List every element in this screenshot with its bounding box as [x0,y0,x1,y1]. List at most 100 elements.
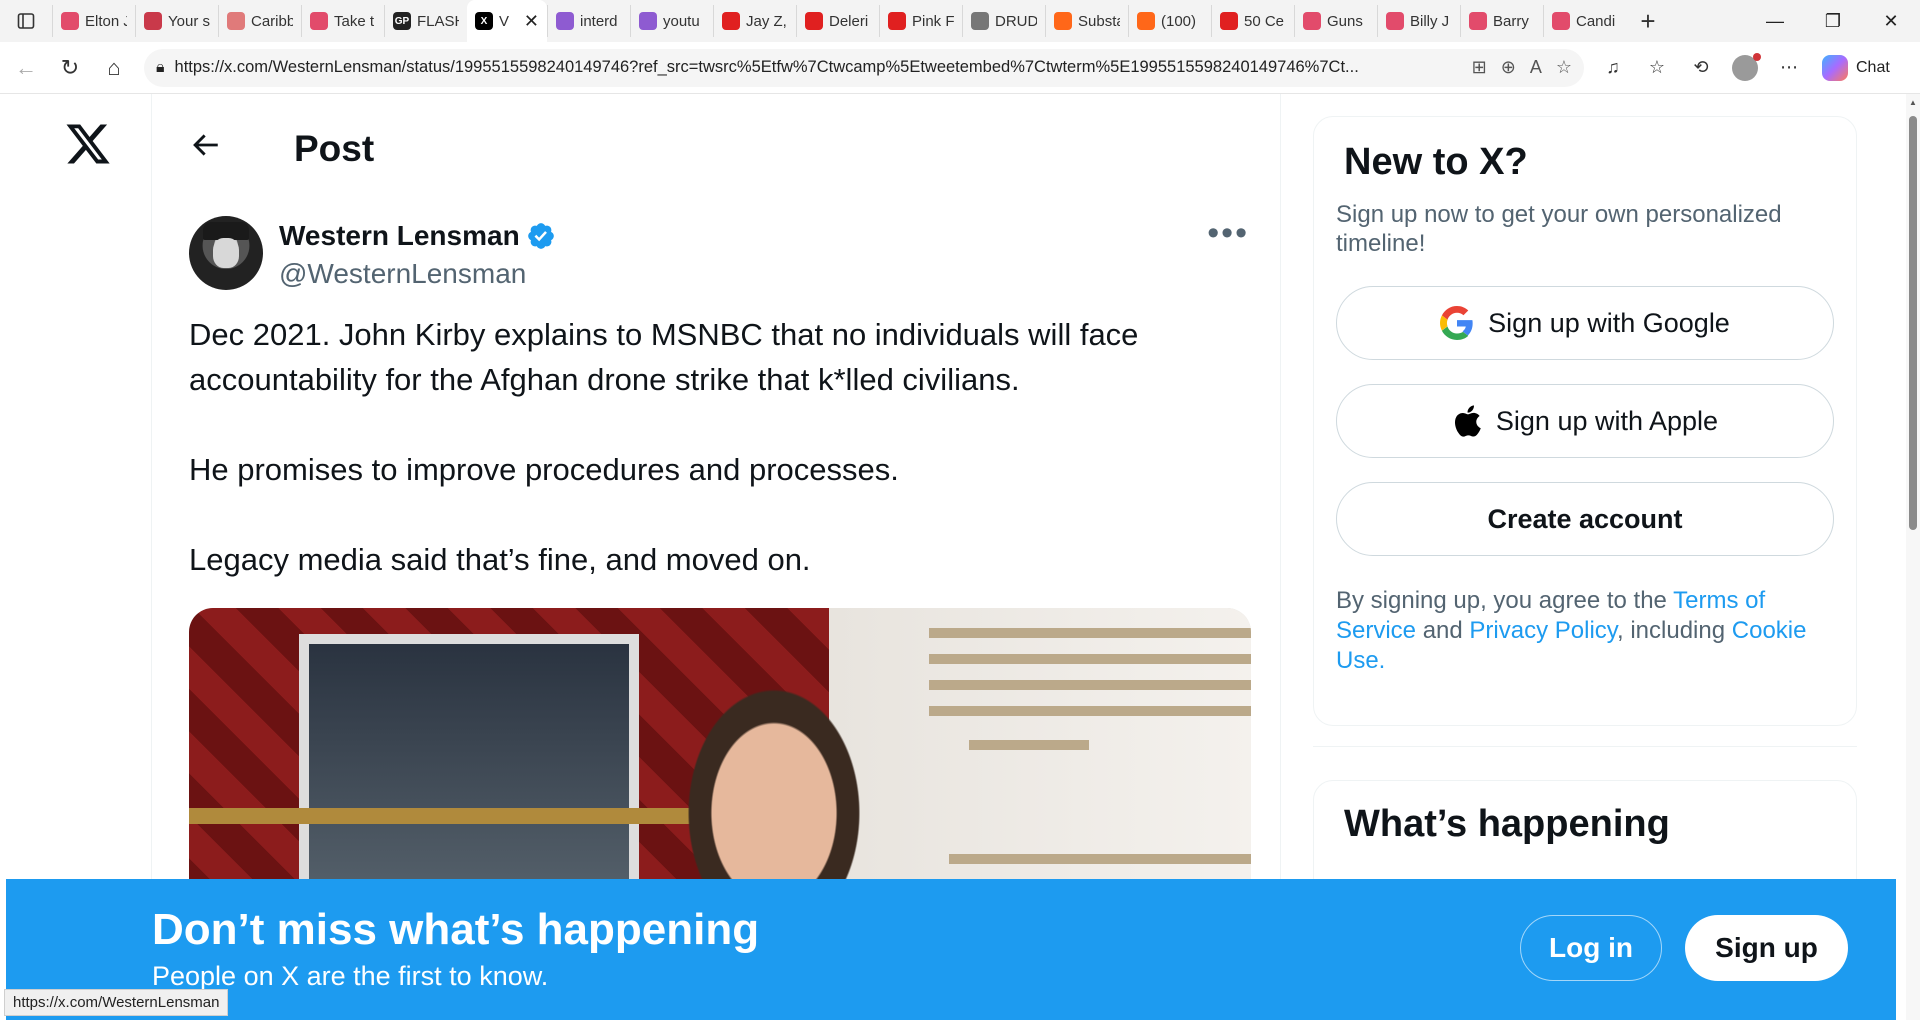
browser-tab[interactable]: DRUD [962,5,1045,37]
zoom-icon[interactable]: ⊕ [1501,57,1516,78]
tab-favicon-icon [1469,12,1487,30]
tab-title: 50 Ce [1244,12,1285,30]
tab-actions-icon[interactable] [0,0,52,42]
tab-favicon-icon [1220,12,1238,30]
tab-favicon-icon [1137,12,1155,30]
back-arrow-icon[interactable] [188,128,232,171]
tab-favicon-icon [722,12,740,30]
tab-favicon-icon [556,12,574,30]
login-button[interactable]: Log in [1520,915,1662,981]
tab-title: V [499,12,510,30]
browser-tab[interactable]: Caribb [218,5,301,37]
tab-title: DRUD [995,12,1037,30]
browser-tab[interactable]: Your s [135,5,218,37]
apple-icon [1454,405,1481,437]
tab-title: Take t [334,12,375,30]
browser-tab[interactable]: Substa [1045,5,1128,37]
tweet-paragraph: Legacy media said that’s fine, and moved… [189,542,811,577]
signup-google-button[interactable]: Sign up with Google [1336,286,1834,360]
author-handle[interactable]: @WesternLensman [279,258,556,290]
history-icon[interactable]: ⟲ [1684,51,1718,85]
tab-favicon-icon [805,12,823,30]
minimize-icon[interactable]: — [1746,0,1804,42]
url-text[interactable]: https://x.com/WesternLensman/status/1995… [175,58,1460,77]
back-icon[interactable]: ← [4,48,48,88]
privacy-link[interactable]: Privacy Policy [1469,617,1617,644]
divider [1313,746,1857,747]
signup-button[interactable]: Sign up [1685,915,1848,981]
tab-active-x[interactable]: X V ✕ [467,0,547,42]
apps-icon[interactable]: ⊞ [1472,57,1487,78]
browser-tab[interactable]: Deleri [796,5,879,37]
signup-apple-button[interactable]: Sign up with Apple [1336,384,1834,458]
browser-tab[interactable]: Jay Z, [713,5,796,37]
close-tab-icon[interactable]: ✕ [524,11,539,32]
browser-tab-bar: Elton J Your s Caribb Take t GP FLASH X V ✕ i… [0,0,1920,42]
media-icon[interactable]: ♫ [1596,51,1630,85]
browser-tab[interactable]: Barry [1460,5,1543,37]
tab-title: Deleri [829,12,869,30]
read-aloud-icon[interactable]: A [1530,57,1542,78]
login-prompt-banner: Don’t miss what’s happening People on X … [6,879,1896,1020]
create-account-button[interactable]: Create account [1336,482,1834,556]
browser-tab[interactable]: Take t [301,5,384,37]
signup-google-label: Sign up with Google [1488,307,1730,338]
tab-favicon-icon [61,12,79,30]
verified-badge-icon[interactable] [526,221,556,251]
tweet-paragraph: He promises to improve procedures and pr… [189,452,899,487]
author-name[interactable]: Western Lensman [279,220,520,252]
google-icon [1440,306,1473,340]
copilot-chat-button[interactable]: Chat [1822,54,1890,81]
tab-favicon-icon [1386,12,1404,30]
browser-tab[interactable]: Guns [1294,5,1377,37]
tab-favicon-icon [144,12,162,30]
tab-favicon-icon [1303,12,1321,30]
scrollbar-thumb[interactable] [1909,116,1917,530]
x-logo-icon[interactable] [64,120,112,168]
post-header: Post [153,94,1280,204]
tab-favicon-icon [971,12,989,30]
author-avatar[interactable] [189,216,263,290]
scroll-up-icon[interactable]: ▲ [1909,98,1917,107]
restore-icon[interactable]: ❐ [1804,0,1862,42]
tab-title: Billy J [1410,12,1450,30]
legal-text: By signing up, you agree to the Terms of… [1336,586,1834,676]
address-bar[interactable]: 🔒︎ https://x.com/WesternLensman/status/1… [144,48,1584,87]
tab-favicon-icon [310,12,328,30]
favorite-star-icon[interactable]: ☆ [1556,57,1572,78]
more-options-icon[interactable]: ••• [1207,214,1249,253]
tab-favicon-icon [1552,12,1570,30]
browser-tab[interactable]: (100) [1128,5,1211,37]
browser-tab[interactable]: Elton J [52,5,135,37]
whats-happening-title: What’s happening [1344,803,1670,845]
home-icon[interactable]: ⌂ [92,48,136,88]
tab-favicon-icon: GP [393,12,411,30]
status-bar-url: https://x.com/WesternLensman [4,989,229,1016]
refresh-icon[interactable]: ↻ [48,48,92,88]
browser-tab[interactable]: GP FLASH [384,5,467,37]
tab-title: FLASH [417,12,459,30]
profile-avatar[interactable] [1728,51,1762,85]
favorites-icon[interactable]: ☆ [1640,51,1674,85]
site-info-icon[interactable]: 🔒︎ [156,59,165,77]
page-scrollbar[interactable]: ▲ [1906,94,1920,1020]
tab-favicon-icon [888,12,906,30]
x-tab-icon: X [475,12,493,30]
tab-title: youtu [663,12,700,30]
browser-tab[interactable]: Candi [1543,5,1626,37]
more-menu-icon[interactable]: ⋯ [1772,51,1806,85]
signup-apple-label: Sign up with Apple [1495,405,1719,436]
browser-tab[interactable]: interd [547,5,630,37]
tab-title: interd [580,12,618,30]
banner-title: Don’t miss what’s happening [152,905,760,954]
browser-tab[interactable]: 50 Ce [1211,5,1294,37]
tab-title: Guns [1327,12,1363,30]
tab-title: Pink F [912,12,954,30]
new-tab-button[interactable]: + [1626,5,1670,37]
browser-tab[interactable]: youtu [630,5,713,37]
browser-tab[interactable]: Pink F [879,5,962,37]
tab-title: (100) [1161,12,1197,30]
tab-title: Candi [1576,12,1616,30]
browser-tab[interactable]: Billy J [1377,5,1460,37]
close-window-icon[interactable]: ✕ [1862,0,1920,42]
